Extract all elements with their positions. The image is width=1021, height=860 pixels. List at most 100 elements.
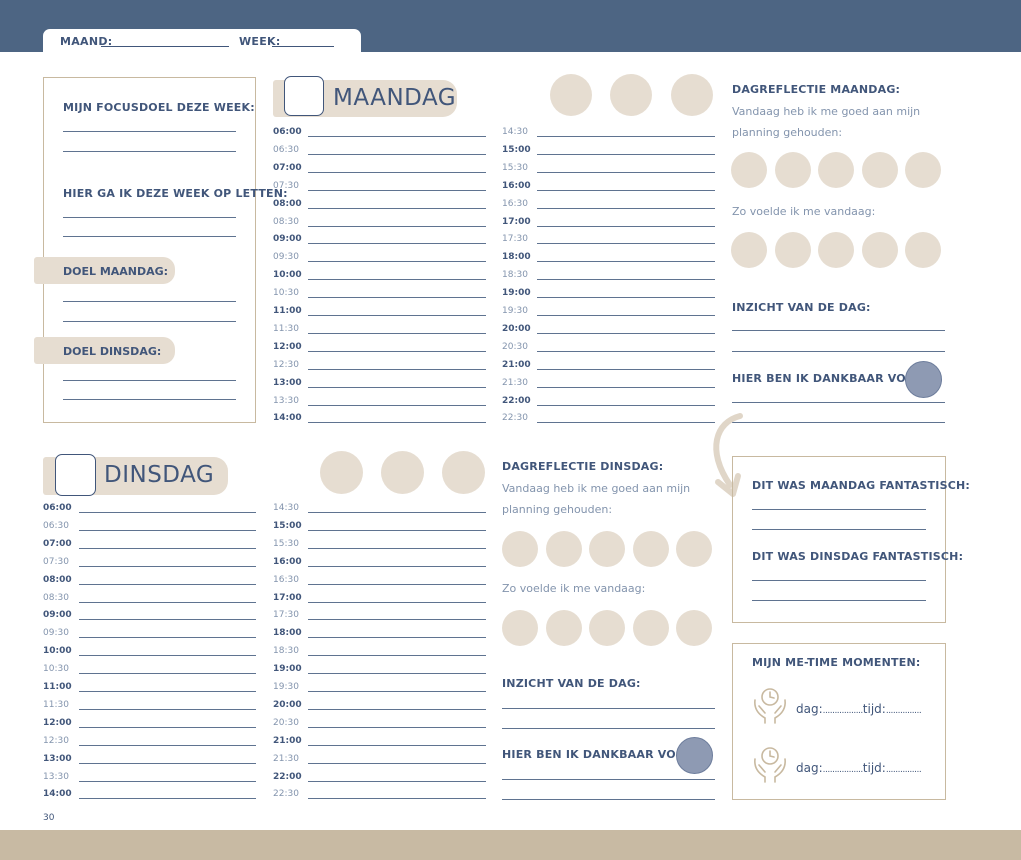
time-slot-line[interactable] xyxy=(537,225,715,227)
time-slot-line[interactable] xyxy=(308,601,486,603)
mood-rating-circle[interactable] xyxy=(905,232,941,268)
maandag-priority-circle[interactable] xyxy=(610,74,652,116)
letten-line[interactable] xyxy=(63,236,236,237)
mood-rating-circle[interactable] xyxy=(589,610,625,646)
time-slot-line[interactable] xyxy=(79,708,256,710)
dinsdag-priority-circle[interactable] xyxy=(320,451,363,494)
time-slot-line[interactable] xyxy=(537,153,715,155)
time-slot-line[interactable] xyxy=(308,189,486,191)
planning-rating-circle[interactable] xyxy=(861,152,898,188)
time-slot-line[interactable] xyxy=(308,350,486,352)
time-slot-line[interactable] xyxy=(308,637,486,639)
doel-dinsdag-line[interactable] xyxy=(63,380,236,381)
time-slot-line[interactable] xyxy=(308,171,486,173)
time-slot-line[interactable] xyxy=(308,261,486,263)
time-slot-line[interactable] xyxy=(308,386,486,388)
fantastisch-dinsdag-line[interactable] xyxy=(752,580,926,581)
doel-maandag-line[interactable] xyxy=(63,321,236,322)
time-slot-line[interactable] xyxy=(537,315,715,316)
time-slot-line[interactable] xyxy=(79,512,256,513)
time-slot-line[interactable] xyxy=(537,207,715,209)
time-slot-line[interactable] xyxy=(308,708,486,710)
time-slot-line[interactable] xyxy=(537,189,715,191)
time-slot-line[interactable] xyxy=(308,404,486,406)
dinsdag-checkbox[interactable] xyxy=(55,454,96,496)
time-slot-line[interactable] xyxy=(308,529,486,531)
time-slot-line[interactable] xyxy=(79,673,256,675)
time-slot-line[interactable] xyxy=(79,762,256,764)
time-slot-line[interactable] xyxy=(79,529,256,531)
time-slot-line[interactable] xyxy=(308,583,486,585)
time-slot-line[interactable] xyxy=(79,798,256,800)
time-slot-line[interactable] xyxy=(79,565,256,567)
dankbaar-dinsdag-line[interactable] xyxy=(502,799,715,800)
maandag-checkbox[interactable] xyxy=(284,76,324,116)
planning-rating-circle[interactable] xyxy=(818,152,854,188)
mood-rating-circle[interactable] xyxy=(545,610,582,646)
time-slot-line[interactable] xyxy=(79,637,256,639)
time-slot-line[interactable] xyxy=(308,673,486,675)
doel-dinsdag-line[interactable] xyxy=(63,399,236,400)
week-field[interactable] xyxy=(272,46,334,47)
mood-rating-circle[interactable] xyxy=(818,232,854,268)
time-slot-line[interactable] xyxy=(308,619,486,621)
mood-rating-circle[interactable] xyxy=(676,610,712,646)
dankbaar-dinsdag-line[interactable] xyxy=(502,779,715,780)
time-slot-line[interactable] xyxy=(79,583,256,585)
inzicht-dinsdag-line[interactable] xyxy=(502,728,715,729)
time-slot-line[interactable] xyxy=(308,136,486,137)
metime-tijd-field[interactable]: ............... xyxy=(886,706,922,716)
time-slot-line[interactable] xyxy=(308,368,486,370)
planning-rating-circle[interactable] xyxy=(589,531,625,567)
time-slot-line[interactable] xyxy=(308,243,486,245)
time-slot-line[interactable] xyxy=(308,512,486,513)
time-slot-line[interactable] xyxy=(79,780,256,782)
time-slot-line[interactable] xyxy=(308,225,486,227)
dankbaar-maandag-line[interactable] xyxy=(732,422,945,423)
time-slot-line[interactable] xyxy=(537,404,715,406)
time-slot-line[interactable] xyxy=(537,243,715,245)
fantastisch-maandag-line[interactable] xyxy=(752,529,926,530)
planning-rating-circle[interactable] xyxy=(632,531,669,567)
time-slot-line[interactable] xyxy=(308,297,486,299)
inzicht-maandag-line[interactable] xyxy=(732,351,945,352)
doel-maandag-line[interactable] xyxy=(63,301,236,302)
letten-line[interactable] xyxy=(63,217,236,218)
metime-dag-field[interactable]: ................. xyxy=(823,706,864,716)
time-slot-line[interactable] xyxy=(308,207,486,209)
time-slot-line[interactable] xyxy=(308,726,486,728)
time-slot-line[interactable] xyxy=(79,744,256,746)
fantastisch-maandag-line[interactable] xyxy=(752,509,926,510)
dinsdag-priority-circle[interactable] xyxy=(442,451,485,494)
time-slot-line[interactable] xyxy=(79,655,256,657)
focus-line[interactable] xyxy=(63,151,236,152)
dankbaar-maandag-line[interactable] xyxy=(732,402,945,403)
time-slot-line[interactable] xyxy=(79,691,256,692)
time-slot-line[interactable] xyxy=(537,332,715,334)
time-slot-line[interactable] xyxy=(537,261,715,263)
time-slot-line[interactable] xyxy=(537,386,715,388)
time-slot-line[interactable] xyxy=(308,565,486,567)
time-slot-line[interactable] xyxy=(537,171,715,173)
time-slot-line[interactable] xyxy=(308,744,486,746)
time-slot-line[interactable] xyxy=(79,726,256,728)
planning-rating-circle[interactable] xyxy=(731,152,767,188)
maand-field[interactable] xyxy=(101,46,229,47)
dinsdag-priority-circle[interactable] xyxy=(381,451,424,494)
planning-rating-circle[interactable] xyxy=(905,152,941,188)
time-slot-line[interactable] xyxy=(308,279,486,281)
fantastisch-dinsdag-line[interactable] xyxy=(752,600,926,601)
mood-rating-circle[interactable] xyxy=(861,232,898,268)
planning-rating-circle[interactable] xyxy=(502,531,538,567)
time-slot-line[interactable] xyxy=(537,297,715,299)
planning-rating-circle[interactable] xyxy=(545,531,582,567)
inzicht-dinsdag-line[interactable] xyxy=(502,708,715,709)
maandag-priority-circle[interactable] xyxy=(671,74,713,116)
time-slot-line[interactable] xyxy=(537,422,715,424)
planning-rating-circle[interactable] xyxy=(774,152,811,188)
planning-rating-circle[interactable] xyxy=(676,531,712,567)
time-slot-line[interactable] xyxy=(308,315,486,316)
time-slot-line[interactable] xyxy=(308,422,486,424)
focus-line[interactable] xyxy=(63,131,236,132)
mood-rating-circle[interactable] xyxy=(731,232,767,268)
